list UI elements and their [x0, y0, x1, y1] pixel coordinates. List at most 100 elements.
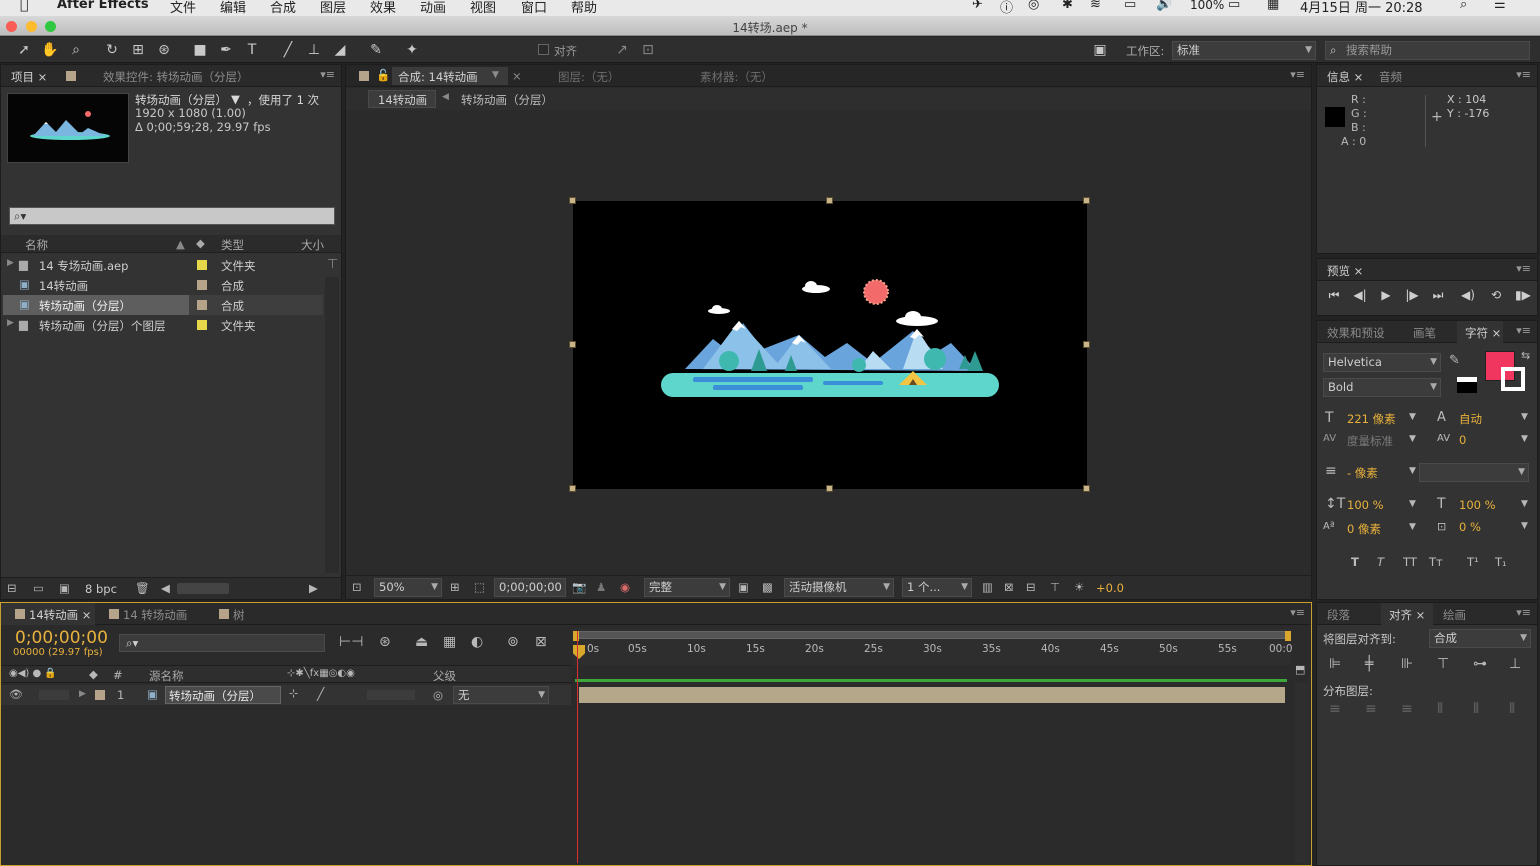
pan-behind-tool-icon[interactable]: ⊛	[154, 40, 174, 60]
label-color[interactable]	[197, 260, 207, 270]
type-tool-icon[interactable]: T	[242, 40, 262, 60]
visibility-eye-icon[interactable]: 👁	[9, 688, 23, 701]
comp-mini-flowchart-icon[interactable]: ⊢⊣	[339, 634, 363, 650]
expand-arrow-icon[interactable]: ▶	[7, 318, 14, 328]
tab-effects-presets[interactable]: 效果和预设	[1327, 325, 1385, 341]
menu-animation[interactable]: 动画	[420, 0, 446, 16]
menu-help[interactable]: 帮助	[571, 0, 597, 16]
tracking-value[interactable]: 0	[1459, 433, 1466, 447]
tab-character[interactable]: 字符 ×	[1465, 325, 1501, 341]
font-family-select[interactable]: Helvetica ▼	[1323, 353, 1441, 372]
align-horizontal-center-icon[interactable]: ╪	[1365, 656, 1373, 672]
stroke-width-dropdown-icon[interactable]: ▼	[1409, 466, 1416, 476]
mask-visibility-icon[interactable]: ⬚	[474, 580, 485, 594]
roto-brush-tool-icon[interactable]: ✎	[366, 40, 386, 60]
tab-timeline-comp[interactable]: 14转动画 ×	[29, 607, 91, 623]
play-icon[interactable]: ▶	[1379, 288, 1393, 302]
label-column-icon[interactable]: ◆	[196, 236, 205, 250]
send-icon[interactable]: ✈	[972, 0, 983, 12]
hand-tool-icon[interactable]: ✋	[40, 40, 60, 60]
transform-handle[interactable]	[1083, 197, 1090, 204]
new-composition-icon[interactable]: ▣	[59, 581, 70, 595]
leading-value[interactable]: 自动	[1459, 411, 1482, 427]
bit-depth[interactable]: 8 bpc	[85, 582, 117, 596]
label-column-icon[interactable]: ◆	[89, 667, 98, 681]
quality-switch[interactable]: ╱	[317, 687, 324, 701]
layer-switches[interactable]	[367, 690, 415, 700]
eraser-tool-icon[interactable]: ◢	[330, 40, 350, 60]
expand-arrow-icon[interactable]: ▶	[79, 689, 86, 699]
font-size-dropdown-icon[interactable]: ▼	[1409, 412, 1416, 422]
list-item[interactable]: ▶ ▆ 14 专场动画.aep 文件夹	[3, 255, 323, 275]
camera-tool-icon[interactable]: ⊞	[128, 40, 148, 60]
parent-select[interactable]: 无 ▼	[453, 686, 549, 704]
menu-effect[interactable]: 效果	[370, 0, 396, 16]
tracking-dropdown-icon[interactable]: ▼	[1521, 434, 1528, 444]
workspace-select[interactable]: 标准 ▼	[1172, 41, 1316, 60]
timeline-search-input[interactable]: ⌕▾	[119, 634, 325, 652]
time-ruler[interactable]: 0s 05s 10s 15s 20s 25s 30s 35s 40s 45s 5…	[573, 629, 1293, 665]
motion-blur-icon[interactable]: ◐	[471, 634, 483, 650]
selection-tool-icon[interactable]: ➚	[14, 40, 34, 60]
stroke-color-swatch[interactable]	[1501, 367, 1525, 391]
snapshot-icon[interactable]: 📷	[572, 580, 586, 594]
layer-name[interactable]: 转场动画（分层）	[169, 688, 261, 704]
av-switches[interactable]	[39, 690, 69, 700]
frame-blending-icon[interactable]: ▦	[443, 634, 456, 650]
faux-italic-button[interactable]: T	[1377, 555, 1384, 569]
menu-view[interactable]: 视图	[470, 0, 496, 16]
distribute-top-icon[interactable]: ≡	[1329, 701, 1341, 717]
crumb-precomp[interactable]: 转场动画（分层）	[461, 92, 553, 108]
col-parent[interactable]: 父级	[433, 668, 456, 684]
camera-select[interactable]: 活动摄像机 ▼	[784, 578, 894, 597]
flowchart-icon[interactable]: ⊤	[327, 257, 338, 272]
tab-footage[interactable]: 素材器:（无）	[700, 69, 773, 85]
label-color[interactable]	[197, 320, 207, 330]
list-item[interactable]: ▣ 14转动画 合成	[3, 275, 323, 295]
flowchart-icon[interactable]: ⊤	[1050, 580, 1060, 594]
next-frame-icon[interactable]: |▶	[1405, 288, 1419, 302]
transform-handle[interactable]	[1083, 341, 1090, 348]
kerning-dropdown-icon[interactable]: ▼	[1409, 434, 1416, 444]
rectangle-tool-icon[interactable]: ■	[190, 40, 210, 60]
tab-audio[interactable]: 音频	[1379, 69, 1402, 85]
close-tab-icon[interactable]: ×	[512, 69, 522, 83]
scroll-right-icon[interactable]: ▶	[309, 581, 318, 595]
calendar-icon[interactable]: ▦	[1267, 0, 1279, 12]
faux-bold-button[interactable]: T	[1351, 555, 1359, 569]
panel-menu-icon[interactable]: ▾≡	[1290, 68, 1305, 81]
current-time-indicator[interactable]	[577, 631, 578, 863]
superscript-button[interactable]: T¹	[1467, 555, 1479, 569]
kerning-value[interactable]: 度量标准	[1347, 433, 1393, 449]
vertical-scale-value[interactable]: 100 %	[1347, 498, 1384, 512]
panel-menu-icon[interactable]: ▾≡	[1516, 606, 1531, 619]
align-vertical-center-icon[interactable]: ⊶	[1473, 656, 1487, 672]
all-caps-button[interactable]: TT	[1403, 555, 1417, 569]
clone-stamp-tool-icon[interactable]: ⊥	[304, 40, 324, 60]
composition-canvas[interactable]	[569, 197, 1090, 492]
col-size[interactable]: 大小	[301, 237, 324, 253]
horizontal-scale-dropdown-icon[interactable]: ▼	[1521, 499, 1528, 509]
col-name[interactable]: 名称	[25, 237, 48, 253]
comp-dropdown-icon[interactable]: ▼	[492, 70, 499, 80]
previous-frame-icon[interactable]: ◀|	[1353, 288, 1367, 302]
tab-timeline-3[interactable]: 树	[233, 607, 245, 623]
panel-menu-icon[interactable]: ▾≡	[1290, 606, 1305, 619]
subscript-button[interactable]: T₁	[1495, 555, 1507, 569]
eyedropper-icon[interactable]: ✎	[1449, 353, 1460, 368]
comp-marker-bin-icon[interactable]: ⬒	[1295, 663, 1305, 676]
small-caps-button[interactable]: Tт	[1429, 555, 1443, 569]
panel-menu-icon[interactable]: ▾≡	[320, 68, 335, 81]
exposure-value[interactable]: +0.0	[1096, 581, 1124, 595]
col-source-name[interactable]: 源名称	[149, 668, 184, 684]
col-type[interactable]: 类型	[221, 237, 244, 253]
toggle-pixel-aspect-icon[interactable]: ▥	[982, 580, 993, 594]
panel-menu-icon[interactable]: ▾≡	[1516, 324, 1531, 337]
vertical-scale-dropdown-icon[interactable]: ▼	[1409, 499, 1416, 509]
list-item-selected[interactable]: ▣ 转场动画（分层） 合成	[3, 295, 323, 315]
distribute-hcenter-icon[interactable]: ⦀	[1473, 701, 1479, 717]
align-to-select[interactable]: 合成 ▼	[1429, 629, 1531, 648]
expand-arrow-icon[interactable]: ▶	[7, 258, 14, 268]
transform-handle[interactable]	[1083, 485, 1090, 492]
horizontal-scroll-thumb[interactable]	[177, 583, 229, 594]
